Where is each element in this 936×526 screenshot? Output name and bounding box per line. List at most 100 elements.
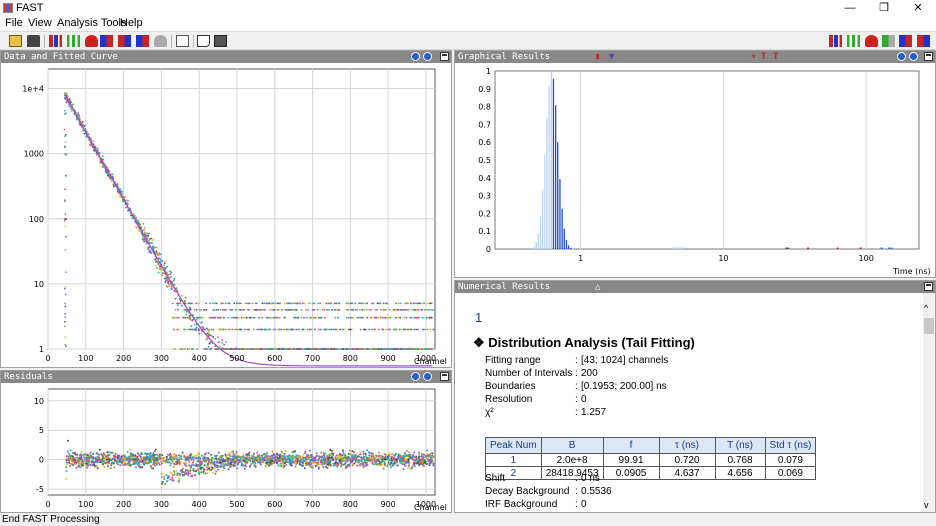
red-bars-icon[interactable]	[118, 35, 131, 47]
data-point	[393, 309, 396, 311]
residual-point	[325, 465, 328, 468]
close-button[interactable]: ✕	[901, 0, 935, 16]
print-preview-icon[interactable]	[197, 35, 210, 47]
zoom-in-icon[interactable]	[411, 372, 420, 381]
residual-point	[210, 453, 213, 456]
y-tick-label: 0.5	[478, 156, 491, 165]
gray-stack-icon[interactable]	[154, 35, 167, 47]
maximize-button[interactable]: ❐	[867, 0, 901, 16]
data-point	[214, 316, 217, 319]
data-point	[147, 248, 150, 251]
data-point	[345, 316, 348, 319]
marker-t-icon[interactable]: T	[761, 51, 766, 63]
data-point	[233, 348, 236, 350]
data-point	[214, 338, 217, 340]
y-tick-label: 0.9	[478, 85, 491, 94]
residual-point	[282, 464, 285, 467]
zoom-out-icon[interactable]	[423, 372, 432, 381]
residual-point	[248, 457, 251, 460]
triangle-icon[interactable]: △	[595, 281, 600, 293]
data-point	[386, 316, 388, 319]
menu-view[interactable]: View	[28, 17, 52, 29]
line-bars-icon[interactable]	[847, 35, 860, 47]
residual-point	[326, 454, 329, 457]
data-point	[300, 316, 303, 319]
red-bars-icon[interactable]	[899, 35, 912, 47]
residual-point	[427, 454, 430, 457]
maximize-panel-icon[interactable]	[440, 372, 449, 381]
data-point	[317, 302, 320, 305]
zoom-in-icon[interactable]	[411, 52, 420, 61]
stack-icon[interactable]	[865, 35, 878, 47]
data-point	[246, 328, 249, 331]
zoom-out-icon[interactable]	[909, 52, 918, 61]
scroll-down-icon[interactable]: v	[924, 500, 929, 510]
plot-frame	[47, 68, 436, 350]
residual-point	[358, 459, 360, 462]
residual-point	[101, 460, 104, 463]
residual-point	[171, 460, 174, 463]
residual-point	[177, 474, 180, 477]
data-point	[415, 328, 418, 331]
residual-point	[351, 463, 354, 466]
data-point	[206, 332, 209, 335]
data-point	[273, 309, 276, 311]
residual-point	[235, 452, 238, 455]
data-point	[229, 309, 231, 311]
maximize-panel-icon[interactable]	[924, 282, 933, 291]
maximize-panel-icon[interactable]	[924, 52, 933, 61]
residual-point	[173, 471, 176, 474]
blue-bars-icon[interactable]	[136, 35, 149, 47]
residual-point	[315, 461, 318, 464]
distribution-icon[interactable]	[882, 35, 895, 47]
chart-type-icon[interactable]: ▮	[595, 51, 600, 63]
distribution-icon[interactable]	[100, 35, 113, 47]
data-point	[395, 309, 398, 311]
delete-icon[interactable]	[27, 35, 40, 47]
marker-t2-icon[interactable]: T	[773, 51, 778, 63]
data-point	[168, 270, 171, 273]
menu-file[interactable]: File	[5, 17, 23, 29]
open-folder-icon[interactable]	[9, 35, 22, 47]
line-bars-icon[interactable]	[67, 35, 80, 47]
param-value: [0.1953; 200.00] ns	[581, 381, 667, 392]
minimize-button[interactable]: —	[833, 0, 867, 16]
residual-point	[396, 464, 399, 467]
table-cell: 0.079	[764, 453, 817, 467]
stack-icon[interactable]	[85, 35, 98, 47]
residual-point	[212, 457, 215, 460]
data-point	[411, 348, 414, 350]
vertical-scrollbar[interactable]: ^ v	[923, 293, 935, 512]
residual-point	[197, 451, 200, 454]
dropdown-icon[interactable]: ▾	[751, 51, 756, 63]
data-point	[418, 348, 420, 350]
scroll-thumb[interactable]	[924, 318, 934, 334]
data-point	[150, 251, 152, 254]
maximize-panel-icon[interactable]	[440, 52, 449, 61]
print-icon[interactable]	[214, 35, 227, 47]
bar-chart-icon[interactable]	[829, 35, 842, 47]
data-point	[368, 328, 370, 331]
data-point	[249, 348, 252, 350]
x-tick-label: 800	[343, 500, 358, 509]
menu-analysis-tools[interactable]: Analysis Tools	[57, 17, 127, 29]
blue-bars-icon[interactable]	[917, 35, 930, 47]
data-point	[384, 328, 387, 331]
bar-chart-icon[interactable]	[49, 35, 62, 47]
residual-point	[344, 452, 347, 455]
grid	[47, 388, 436, 496]
residual-point	[407, 451, 410, 454]
data-point	[197, 302, 200, 305]
scroll-up-icon[interactable]: ^	[924, 303, 928, 313]
zoom-in-icon[interactable]	[897, 52, 906, 61]
residual-point	[362, 462, 365, 465]
menu-help[interactable]: Help	[120, 17, 143, 29]
residual-point	[172, 474, 175, 476]
residual-point	[307, 455, 309, 458]
data-point	[320, 316, 323, 319]
data-point	[172, 302, 174, 305]
data-point	[310, 328, 313, 331]
filter-icon[interactable]: ▼	[609, 51, 614, 63]
zoom-out-icon[interactable]	[423, 52, 432, 61]
document-icon[interactable]	[176, 35, 189, 47]
